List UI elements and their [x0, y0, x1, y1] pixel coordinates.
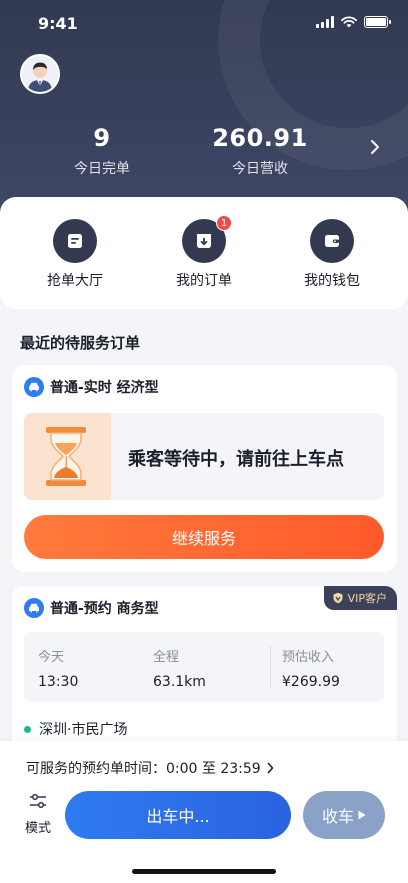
- wallet-icon: [310, 219, 354, 263]
- mode-label: 模式: [24, 821, 51, 836]
- order-type-label: 普通-预约 商务型: [50, 601, 159, 617]
- order-type: 普通-实时 经济型: [24, 377, 159, 397]
- battery-icon: [364, 16, 391, 28]
- completed-orders-value: 9: [93, 124, 111, 152]
- order-type-label: 普通-实时 经济型: [50, 380, 159, 396]
- waiting-status-box: 乘客等待中，请前往上车点: [24, 413, 384, 500]
- detail-date: 今天 13:30: [38, 646, 78, 690]
- revenue-label: 今日营收: [232, 161, 288, 177]
- my-orders-icon: 1: [182, 215, 232, 263]
- divider: [270, 646, 271, 688]
- vip-badge: VIP客户: [323, 586, 397, 610]
- continue-service-button[interactable]: 继续服务: [24, 515, 384, 559]
- avatar-icon: [22, 56, 58, 92]
- status-icons: [316, 16, 391, 28]
- chevron-right-icon[interactable]: [370, 139, 380, 155]
- notification-badge: 1: [216, 215, 232, 231]
- play-triangle-icon: [358, 810, 366, 820]
- order-hall-button[interactable]: 抢单大厅: [25, 219, 125, 290]
- booking-time-label: 可服务的预约单时间：0:00 至 23:59: [26, 761, 261, 777]
- vip-label: VIP客户: [347, 592, 387, 605]
- signal-icon: [316, 16, 334, 28]
- my-orders-button[interactable]: 1 我的订单: [154, 215, 254, 290]
- order-hall-icon: [53, 219, 97, 263]
- wallet-label: 我的钱包: [304, 273, 360, 289]
- route-start-label: 深圳·市民广场: [39, 722, 128, 738]
- mode-button[interactable]: 模式: [20, 793, 56, 836]
- completed-orders-stat: 9 今日完单: [62, 124, 142, 178]
- sliders-icon: [30, 793, 46, 809]
- detail-key: 预估收入: [282, 650, 335, 665]
- my-orders-label: 我的订单: [176, 273, 232, 289]
- go-offline-button[interactable]: 收车: [303, 791, 385, 839]
- order-type: 普通-预约 商务型: [24, 598, 159, 618]
- detail-value: ¥269.99: [282, 674, 340, 690]
- completed-orders-label: 今日完单: [74, 161, 130, 177]
- order-card[interactable]: 普通-预约 商务型 VIP客户 今天 13:30 全程 63.1km 预估收入 …: [12, 586, 397, 766]
- detail-key: 全程: [153, 650, 180, 665]
- section-title: 最近的待服务订单: [20, 334, 141, 352]
- status-bar: 9:41: [0, 0, 408, 48]
- start-point-icon: [24, 725, 31, 733]
- bottom-panel: 可服务的预约单时间：0:00 至 23:59 模式 出车中... 收车: [0, 741, 408, 883]
- quick-actions-card: 抢单大厅 1 我的订单 我的钱包: [0, 197, 408, 309]
- car-icon: [24, 598, 44, 618]
- chevron-right-icon: [267, 762, 273, 774]
- status-time: 9:41: [38, 14, 78, 33]
- detail-distance: 全程 63.1km: [153, 646, 206, 690]
- route-start: 深圳·市民广场: [24, 719, 127, 739]
- revenue-stat: 260.91 今日营收: [210, 124, 310, 178]
- booking-time-row[interactable]: 可服务的预约单时间：0:00 至 23:59: [26, 758, 274, 778]
- order-card[interactable]: 普通-实时 经济型 乘客等待中，请前往上车点 继续服务: [12, 365, 397, 572]
- go-offline-label: 收车: [321, 807, 354, 826]
- waiting-status-text: 乘客等待中，请前往上车点: [128, 449, 344, 470]
- vip-shield-icon: [333, 592, 343, 604]
- home-indicator: [132, 869, 276, 874]
- detail-value: 63.1km: [153, 674, 206, 690]
- wifi-icon: [341, 16, 357, 28]
- detail-value: 13:30: [38, 674, 79, 690]
- detail-key: 今天: [38, 650, 65, 665]
- hourglass-icon: [24, 413, 111, 500]
- wallet-button[interactable]: 我的钱包: [282, 219, 382, 290]
- revenue-value: 260.91: [212, 124, 308, 152]
- car-icon: [24, 377, 44, 397]
- order-hall-label: 抢单大厅: [47, 273, 103, 289]
- detail-income: 预估收入 ¥269.99: [282, 646, 340, 690]
- depart-button[interactable]: 出车中...: [65, 791, 291, 839]
- driver-avatar[interactable]: [20, 54, 60, 94]
- order-details: 今天 13:30 全程 63.1km 预估收入 ¥269.99: [24, 632, 384, 702]
